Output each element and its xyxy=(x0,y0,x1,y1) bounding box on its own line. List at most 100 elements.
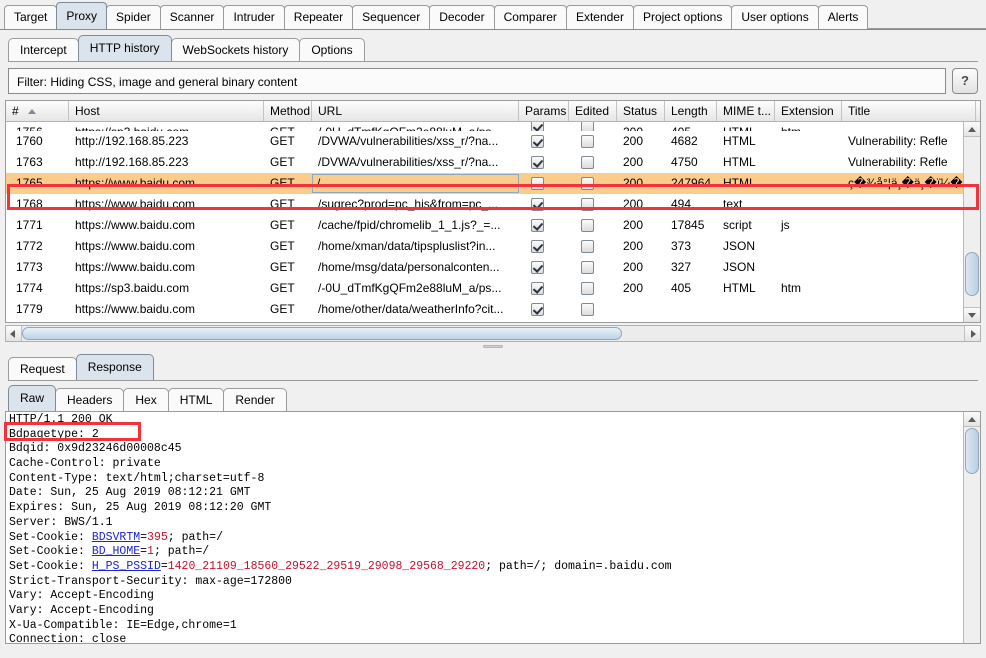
cell-edited[interactable] xyxy=(569,257,617,278)
column-header-length[interactable]: Length xyxy=(665,101,717,121)
column-header-method[interactable]: Method xyxy=(264,101,312,121)
checkbox-unchecked-icon[interactable] xyxy=(581,303,594,316)
checkbox-unchecked-icon[interactable] xyxy=(581,122,594,131)
checkbox-unchecked-icon[interactable] xyxy=(581,240,594,253)
panel-splitter[interactable] xyxy=(0,342,986,351)
scroll-down-arrow-icon[interactable] xyxy=(964,307,980,322)
main-tab-decoder[interactable]: Decoder xyxy=(429,5,495,29)
view-tab-html[interactable]: HTML xyxy=(167,388,225,411)
cell-edited[interactable] xyxy=(569,152,617,173)
main-tab-user-options[interactable]: User options xyxy=(731,5,819,29)
checkbox-unchecked-icon[interactable] xyxy=(581,219,594,232)
checkbox-checked-icon[interactable] xyxy=(531,303,544,316)
table-row[interactable]: 1756https://sp3.baidu.comGET/-0U_dTmfKgQ… xyxy=(6,122,980,131)
main-tab-comparer[interactable]: Comparer xyxy=(493,5,567,29)
main-tab-repeater[interactable]: Repeater xyxy=(283,5,354,29)
main-tab-alerts[interactable]: Alerts xyxy=(817,5,869,29)
sub-tab-intercept[interactable]: Intercept xyxy=(8,38,79,61)
horizontal-scroll-thumb[interactable] xyxy=(22,327,622,340)
view-tab-raw[interactable]: Raw xyxy=(8,385,57,411)
response-vertical-scroll-thumb[interactable] xyxy=(965,428,979,474)
checkbox-checked-icon[interactable] xyxy=(531,240,544,253)
cell-params[interactable] xyxy=(519,215,569,236)
table-row[interactable]: 1773 https://www.baidu.com GET/home/msg/da… xyxy=(6,257,980,278)
cell-params[interactable] xyxy=(519,257,569,278)
checkbox-unchecked-icon[interactable] xyxy=(581,177,594,190)
column-header-extension[interactable]: Extension xyxy=(775,101,842,121)
cell-url-focused[interactable]: / xyxy=(312,174,519,193)
sub-tab-websockets-history[interactable]: WebSockets history xyxy=(170,38,301,61)
main-tab-target[interactable]: Target xyxy=(4,5,58,29)
checkbox-unchecked-icon[interactable] xyxy=(581,282,594,295)
checkbox-checked-icon[interactable] xyxy=(531,282,544,295)
checkbox-unchecked-icon[interactable] xyxy=(581,261,594,274)
response-scroll-up-arrow-icon[interactable] xyxy=(964,412,980,427)
cell-edited[interactable] xyxy=(569,278,617,299)
cell-params[interactable] xyxy=(519,173,569,194)
checkbox-checked-icon[interactable] xyxy=(531,198,544,211)
view-tab-hex[interactable]: Hex xyxy=(123,388,169,411)
cell-edited[interactable] xyxy=(569,122,617,131)
main-tab-proxy[interactable]: Proxy xyxy=(56,2,108,29)
cell-params[interactable] xyxy=(519,194,569,215)
cell-params[interactable] xyxy=(519,278,569,299)
response-raw-text[interactable]: HTTP/1.1 200 OK Bdpagetype: 2 Bdqid: 0x9d2… xyxy=(6,412,963,643)
cell-edited[interactable] xyxy=(569,215,617,236)
cell-params[interactable] xyxy=(519,131,569,152)
checkbox-checked-icon[interactable] xyxy=(531,122,544,131)
checkbox-unchecked-icon[interactable] xyxy=(581,156,594,169)
main-tab-spider[interactable]: Spider xyxy=(106,5,161,29)
main-tab-intruder[interactable]: Intruder xyxy=(223,5,285,29)
column-header-edited[interactable]: Edited xyxy=(569,101,617,121)
cell-edited[interactable] xyxy=(569,299,617,320)
column-header-host[interactable]: Host xyxy=(69,101,264,121)
view-tab-headers[interactable]: Headers xyxy=(55,388,125,411)
column-header-url[interactable]: URL xyxy=(312,101,519,121)
checkbox-checked-icon[interactable] xyxy=(531,261,544,274)
response-vertical-scrollbar[interactable] xyxy=(963,412,980,643)
scroll-right-arrow-icon[interactable] xyxy=(964,326,980,341)
cell-params[interactable] xyxy=(519,236,569,257)
cell-params[interactable] xyxy=(519,122,569,131)
table-row[interactable]: 1763 http://192.168.85.223 GET/DVWA/vulner… xyxy=(6,152,980,173)
table-row[interactable]: 1760 http://192.168.85.223 GET/DVWA/vulner… xyxy=(6,131,980,152)
column-header-title[interactable]: Title xyxy=(842,101,976,121)
vertical-scroll-thumb[interactable] xyxy=(965,252,979,296)
table-row[interactable]: 1771 https://www.baidu.com GET/cache/fpid/… xyxy=(6,215,980,236)
column-header-id[interactable]: # xyxy=(6,101,69,121)
scroll-left-arrow-icon[interactable] xyxy=(6,326,22,341)
column-header-mime[interactable]: MIME t... xyxy=(717,101,775,121)
filter-bar[interactable]: Filter: Hiding CSS, image and general bi… xyxy=(8,68,946,94)
checkbox-unchecked-icon[interactable] xyxy=(581,198,594,211)
scroll-up-arrow-icon[interactable] xyxy=(964,122,980,137)
checkbox-unchecked-icon[interactable] xyxy=(581,135,594,148)
table-row[interactable]: 1774 https://sp3.baidu.com GET /-0U_dTmfKgQ… xyxy=(6,278,980,299)
column-header-status[interactable]: Status xyxy=(617,101,665,121)
cell-params[interactable] xyxy=(519,152,569,173)
cell-edited[interactable] xyxy=(569,173,617,194)
main-tab-scanner[interactable]: Scanner xyxy=(159,5,225,29)
sub-tab-options[interactable]: Options xyxy=(299,38,365,61)
checkbox-unchecked-icon[interactable] xyxy=(531,177,544,190)
view-tab-render[interactable]: Render xyxy=(223,388,287,411)
cell-edited[interactable] xyxy=(569,131,617,152)
checkbox-checked-icon[interactable] xyxy=(531,219,544,232)
message-tab-response[interactable]: Response xyxy=(75,354,154,380)
main-tab-extender[interactable]: Extender xyxy=(565,5,634,29)
column-header-params[interactable]: Params xyxy=(519,101,569,121)
cell-edited[interactable] xyxy=(569,194,617,215)
table-horizontal-scrollbar[interactable] xyxy=(5,325,981,342)
sub-tab-http-history[interactable]: HTTP history xyxy=(77,35,172,61)
main-tab-sequencer[interactable]: Sequencer xyxy=(352,5,431,29)
table-row[interactable]: 1779 https://www.baidu.com GET/home/other/… xyxy=(6,299,980,320)
table-vertical-scrollbar[interactable] xyxy=(963,122,980,322)
checkbox-checked-icon[interactable] xyxy=(531,156,544,169)
cell-params[interactable] xyxy=(519,299,569,320)
help-icon[interactable]: ? xyxy=(952,68,978,94)
message-tab-request[interactable]: Request xyxy=(8,357,77,380)
table-row[interactable]: 1765 https://www.baidu.com GET / 200 247964 HT… xyxy=(6,173,980,194)
cell-edited[interactable] xyxy=(569,236,617,257)
table-row[interactable]: 1768 https://www.baidu.com GET/sugrec?prod… xyxy=(6,194,980,215)
main-tab-project-options[interactable]: Project options xyxy=(632,5,733,29)
table-row[interactable]: 1772 https://www.baidu.com GET/home/xman/d… xyxy=(6,236,980,257)
